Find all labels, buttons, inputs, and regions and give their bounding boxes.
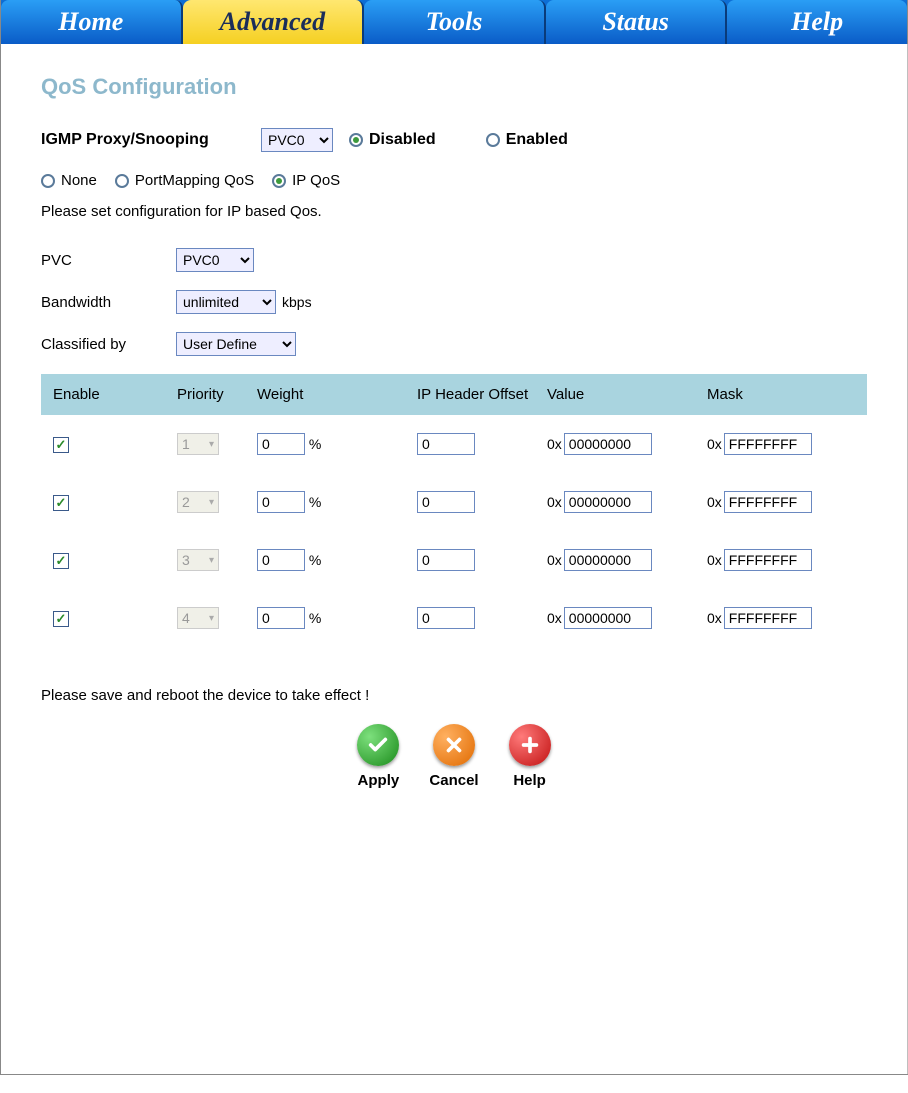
offset-input[interactable] (417, 491, 475, 513)
mode-none-label: None (61, 172, 97, 189)
weight-unit: % (309, 552, 321, 568)
offset-input[interactable] (417, 433, 475, 455)
mask-input[interactable] (724, 549, 812, 571)
page-title: QoS Configuration (41, 74, 867, 100)
value-input[interactable] (564, 491, 652, 513)
mask-input[interactable] (724, 433, 812, 455)
instruction-text: Please set configuration for IP based Qo… (41, 203, 867, 220)
weight-input[interactable] (257, 607, 305, 629)
tab-home[interactable]: Home (1, 0, 183, 44)
check-icon (357, 724, 399, 766)
value-input[interactable] (564, 549, 652, 571)
chevron-down-icon: ▾ (209, 497, 214, 508)
mode-portmapping-label: PortMapping QoS (135, 172, 254, 189)
tab-advanced[interactable]: Advanced (183, 0, 365, 44)
mode-portmapping-radio[interactable]: PortMapping QoS (115, 172, 254, 189)
cancel-label: Cancel (429, 772, 478, 789)
mode-ipqos-radio[interactable]: IP QoS (272, 172, 340, 189)
priority-select[interactable]: 4▾ (177, 607, 219, 629)
tab-help[interactable]: Help (727, 0, 907, 44)
mode-ipqos-label: IP QoS (292, 172, 340, 189)
chevron-down-icon: ▾ (209, 439, 214, 450)
help-button[interactable]: Help (509, 724, 551, 789)
help-label: Help (513, 772, 546, 789)
classified-label: Classified by (41, 336, 176, 353)
mode-none-radio[interactable]: None (41, 172, 97, 189)
radio-unselected-icon (486, 133, 500, 147)
weight-input[interactable] (257, 549, 305, 571)
mask-input[interactable] (724, 607, 812, 629)
value-input[interactable] (564, 433, 652, 455)
bandwidth-select[interactable]: unlimited (176, 290, 276, 314)
table-row: 2▾ % 0x 0x (41, 473, 867, 531)
qos-table-header: Enable Priority Weight IP Header Offset … (41, 374, 867, 415)
th-value: Value (541, 386, 701, 403)
chevron-down-icon: ▾ (209, 555, 214, 566)
hex-prefix: 0x (707, 552, 722, 568)
igmp-enabled-radio[interactable]: Enabled (486, 131, 568, 149)
igmp-disabled-radio[interactable]: Disabled (349, 131, 436, 149)
value-input[interactable] (564, 607, 652, 629)
chevron-down-icon: ▾ (209, 613, 214, 624)
pvc-select[interactable]: PVC0 (176, 248, 254, 272)
th-offset: IP Header Offset (411, 386, 541, 403)
th-weight: Weight (251, 386, 411, 403)
classified-select[interactable]: User Define (176, 332, 296, 356)
cancel-button[interactable]: Cancel (429, 724, 478, 789)
hex-prefix: 0x (547, 436, 562, 452)
radio-unselected-icon (41, 174, 55, 188)
offset-input[interactable] (417, 607, 475, 629)
hex-prefix: 0x (707, 610, 722, 626)
tab-status[interactable]: Status (546, 0, 728, 44)
enable-checkbox[interactable] (53, 437, 69, 453)
weight-input[interactable] (257, 491, 305, 513)
hex-prefix: 0x (547, 552, 562, 568)
radio-unselected-icon (115, 174, 129, 188)
hex-prefix: 0x (707, 494, 722, 510)
radio-selected-icon (272, 174, 286, 188)
enable-checkbox[interactable] (53, 611, 69, 627)
reboot-hint: Please save and reboot the device to tak… (41, 687, 867, 704)
th-enable: Enable (41, 386, 171, 403)
pvc-label: PVC (41, 252, 176, 269)
hex-prefix: 0x (707, 436, 722, 452)
igmp-label: IGMP Proxy/Snooping (41, 131, 261, 149)
apply-label: Apply (358, 772, 400, 789)
weight-unit: % (309, 436, 321, 452)
priority-select[interactable]: 3▾ (177, 549, 219, 571)
table-row: 1▾ % 0x 0x (41, 415, 867, 473)
bandwidth-label: Bandwidth (41, 294, 176, 311)
plus-icon (509, 724, 551, 766)
table-row: 3▾ % 0x 0x (41, 531, 867, 589)
igmp-enabled-label: Enabled (506, 131, 568, 149)
table-row: 4▾ % 0x 0x (41, 589, 867, 647)
offset-input[interactable] (417, 549, 475, 571)
weight-unit: % (309, 494, 321, 510)
th-mask: Mask (701, 386, 861, 403)
nav-tabs: Home Advanced Tools Status Help (1, 0, 907, 44)
apply-button[interactable]: Apply (357, 724, 399, 789)
weight-input[interactable] (257, 433, 305, 455)
igmp-pvc-select[interactable]: PVC0 (261, 128, 333, 152)
priority-select[interactable]: 2▾ (177, 491, 219, 513)
igmp-disabled-label: Disabled (369, 131, 436, 149)
tab-tools[interactable]: Tools (364, 0, 546, 44)
weight-unit: % (309, 610, 321, 626)
bandwidth-unit: kbps (282, 294, 312, 310)
x-icon (433, 724, 475, 766)
hex-prefix: 0x (547, 610, 562, 626)
hex-prefix: 0x (547, 494, 562, 510)
radio-selected-icon (349, 133, 363, 147)
enable-checkbox[interactable] (53, 495, 69, 511)
enable-checkbox[interactable] (53, 553, 69, 569)
th-priority: Priority (171, 386, 251, 403)
mask-input[interactable] (724, 491, 812, 513)
priority-select[interactable]: 1▾ (177, 433, 219, 455)
